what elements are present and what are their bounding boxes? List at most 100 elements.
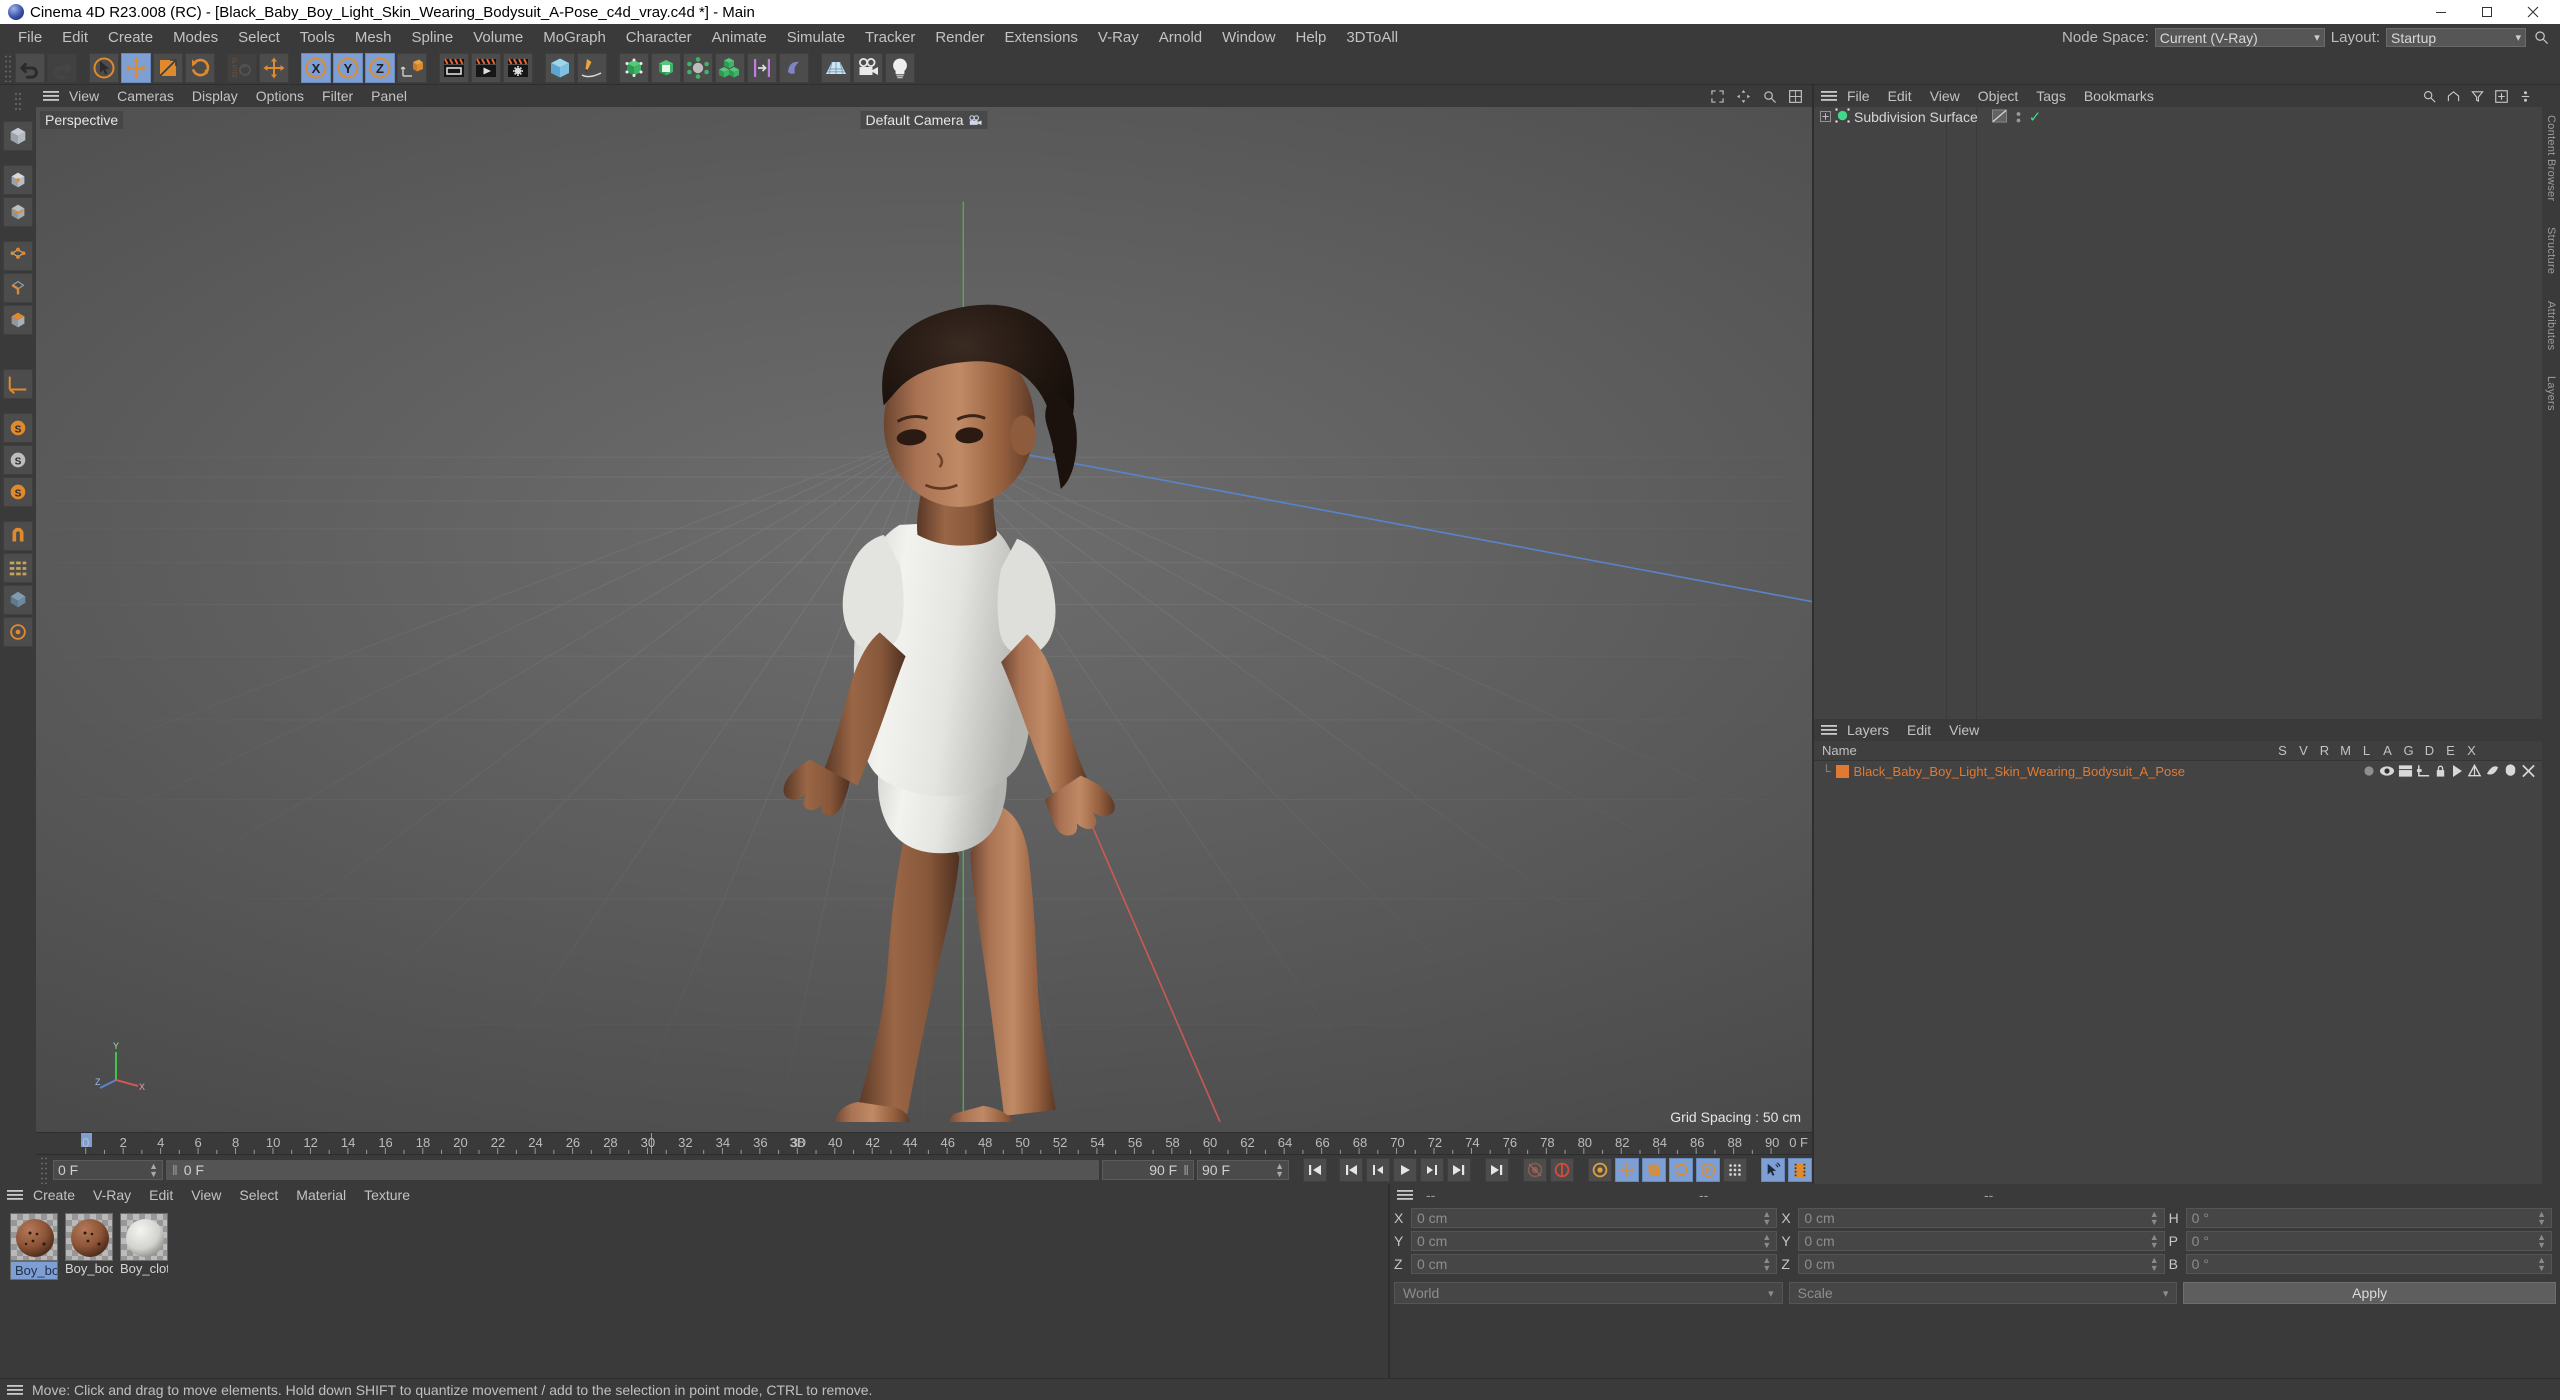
keyframe-selection-button[interactable] bbox=[1588, 1157, 1612, 1182]
stepper-icon[interactable]: ▲ ▼ bbox=[1762, 1256, 1771, 1273]
position-x-field[interactable]: X 0 cm ▲ ▼ bbox=[1394, 1208, 1781, 1228]
render-settings-button[interactable] bbox=[503, 52, 533, 83]
stepper-icon[interactable]: ▲ ▼ bbox=[2537, 1233, 2546, 1250]
maximize-button[interactable] bbox=[2464, 0, 2510, 24]
move-alt-tool[interactable] bbox=[259, 52, 289, 83]
point-level-animation-button[interactable] bbox=[1723, 1157, 1747, 1182]
3d-viewport[interactable]: Perspective Default Camera Grid Spacing … bbox=[36, 107, 1812, 1132]
stepper-icon[interactable]: ▲ ▼ bbox=[2150, 1210, 2159, 1227]
add-nurbs-button[interactable] bbox=[619, 52, 649, 83]
workplane-button[interactable] bbox=[3, 369, 33, 399]
add-cube-button[interactable] bbox=[545, 52, 575, 83]
material-thumbnail[interactable] bbox=[10, 1213, 58, 1261]
object-menu-edit[interactable]: Edit bbox=[1879, 85, 1921, 107]
move-tool[interactable] bbox=[121, 52, 151, 83]
stepper-icon[interactable]: ▲ ▼ bbox=[2537, 1210, 2546, 1227]
apply-button[interactable]: Apply bbox=[2183, 1282, 2557, 1304]
menu-item-select[interactable]: Select bbox=[228, 24, 290, 51]
model-mode-button[interactable] bbox=[3, 165, 33, 195]
material-menu-material[interactable]: Material bbox=[287, 1184, 355, 1206]
render-flag-icon[interactable] bbox=[2398, 764, 2413, 778]
transport-grip[interactable] bbox=[40, 1155, 48, 1184]
animation-mode-button[interactable] bbox=[1761, 1157, 1785, 1182]
rotation-b-field[interactable]: B 0 ° ▲ ▼ bbox=[2169, 1254, 2556, 1274]
rotation-p-field[interactable]: P 0 ° ▲ ▼ bbox=[2169, 1231, 2556, 1251]
status-hamburger-icon[interactable] bbox=[6, 1381, 24, 1399]
animation-flag-icon[interactable] bbox=[2450, 764, 2464, 778]
rotation-key-button[interactable] bbox=[1669, 1157, 1693, 1182]
layer-manager-list[interactable]: Name S V R M L A G D E X └ Black_Baby_Bo… bbox=[1814, 741, 2542, 1184]
menu-item-tools[interactable]: Tools bbox=[290, 24, 345, 51]
material-menu-select[interactable]: Select bbox=[230, 1184, 287, 1206]
size-z-field[interactable]: Z 0 cm ▲ ▼ bbox=[1781, 1254, 2168, 1274]
current-frame-field[interactable]: 0 F ▲ ▼ bbox=[53, 1159, 163, 1180]
record-active-objects-button[interactable] bbox=[1523, 1157, 1547, 1182]
material-menu-view[interactable]: View bbox=[182, 1184, 230, 1206]
position-y-field[interactable]: Y 0 cm ▲ ▼ bbox=[1394, 1231, 1781, 1251]
object-menu-bookmarks[interactable]: Bookmarks bbox=[2075, 85, 2163, 107]
add-light-button[interactable] bbox=[885, 52, 915, 83]
add-floor-button[interactable] bbox=[821, 52, 851, 83]
go-to-next-frame-button[interactable] bbox=[1420, 1157, 1444, 1182]
menu-item-edit[interactable]: Edit bbox=[52, 24, 98, 51]
menu-item-spline[interactable]: Spline bbox=[402, 24, 464, 51]
viewport-menu-filter[interactable]: Filter bbox=[313, 85, 362, 107]
snap-button[interactable] bbox=[3, 521, 33, 551]
y-axis-lock[interactable]: Y bbox=[333, 52, 363, 83]
rail-tab-attributes[interactable]: Attributes bbox=[2545, 301, 2557, 350]
object-manager-list[interactable]: Subdivision Surface ✓ bbox=[1814, 107, 2542, 719]
menu-item-help[interactable]: Help bbox=[1285, 24, 1336, 51]
material-item[interactable]: Boy_bod bbox=[10, 1213, 58, 1280]
plus-icon[interactable] bbox=[2492, 87, 2510, 105]
menu-item-mograph[interactable]: MoGraph bbox=[533, 24, 616, 51]
solo-flag-icon[interactable] bbox=[2362, 764, 2376, 778]
menu-item-window[interactable]: Window bbox=[1212, 24, 1285, 51]
stepper-icon[interactable]: ▲ ▼ bbox=[1267, 1161, 1284, 1178]
material-menu-vray[interactable]: V-Ray bbox=[84, 1184, 140, 1206]
render-to-picture-viewer-button[interactable] bbox=[471, 52, 501, 83]
left-grip[interactable] bbox=[3, 89, 33, 119]
menu-item-vray[interactable]: V-Ray bbox=[1088, 24, 1149, 51]
position-z-field[interactable]: Z 0 cm ▲ ▼ bbox=[1394, 1254, 1781, 1274]
deformer-flag-icon[interactable] bbox=[2485, 764, 2500, 778]
object-menu-file[interactable]: File bbox=[1838, 85, 1879, 107]
add-mograph-button[interactable] bbox=[715, 52, 745, 83]
material-menu-texture[interactable]: Texture bbox=[355, 1184, 419, 1206]
material-name-label[interactable]: Boy_bod bbox=[65, 1261, 113, 1276]
menu-item-arnold[interactable]: Arnold bbox=[1149, 24, 1212, 51]
material-name-label[interactable]: Boy_clot bbox=[120, 1261, 168, 1276]
preview-range-field[interactable]: ‖ 0 F bbox=[166, 1159, 1099, 1180]
material-name-label[interactable]: Boy_bod bbox=[10, 1261, 58, 1280]
stepper-icon[interactable]: ▲ ▼ bbox=[1762, 1210, 1771, 1227]
viewport-menu-options[interactable]: Options bbox=[247, 85, 313, 107]
max-frame-field[interactable]: 90 F ▲ ▼ bbox=[1197, 1159, 1289, 1180]
close-button[interactable] bbox=[2510, 0, 2556, 24]
go-to-end-button[interactable] bbox=[1485, 1157, 1509, 1182]
viewport-layout-icon[interactable] bbox=[1786, 87, 1804, 105]
go-to-start-button[interactable] bbox=[1303, 1157, 1327, 1182]
search-icon[interactable] bbox=[2532, 29, 2550, 47]
material-item[interactable]: Boy_bod bbox=[65, 1213, 113, 1276]
viewport-menu-panel[interactable]: Panel bbox=[362, 85, 416, 107]
stepper-icon[interactable]: ▲ ▼ bbox=[1762, 1233, 1771, 1250]
x-axis-lock[interactable]: X bbox=[301, 52, 331, 83]
object-row-subdivision-surface[interactable]: Subdivision Surface ✓ bbox=[1814, 107, 2542, 127]
add-scene-button[interactable] bbox=[779, 52, 809, 83]
viewport-zoom-icon[interactable] bbox=[1760, 87, 1778, 105]
material-manager-hamburger-icon[interactable] bbox=[6, 1186, 24, 1204]
edges-mode-button[interactable] bbox=[3, 273, 33, 303]
material-thumbnail[interactable] bbox=[120, 1213, 168, 1261]
menu-item-volume[interactable]: Volume bbox=[463, 24, 533, 51]
viewport-hamburger-icon[interactable] bbox=[42, 87, 60, 105]
polygons-mode-button[interactable] bbox=[3, 305, 33, 335]
layer-menu-edit[interactable]: Edit bbox=[1898, 719, 1940, 741]
viewport-menu-display[interactable]: Display bbox=[183, 85, 247, 107]
expression-flag-icon[interactable] bbox=[2503, 764, 2518, 778]
add-camera-button[interactable] bbox=[853, 52, 883, 83]
coordinates-hamburger-icon[interactable] bbox=[1396, 1186, 1414, 1204]
render-view-button[interactable] bbox=[439, 52, 469, 83]
object-manager-hamburger-icon[interactable] bbox=[1820, 87, 1838, 105]
layer-row[interactable]: └ Black_Baby_Boy_Light_Skin_Wearing_Body… bbox=[1814, 761, 2542, 781]
layer-menu-view[interactable]: View bbox=[1940, 719, 1988, 741]
layer-color-swatch[interactable] bbox=[1835, 764, 1849, 778]
